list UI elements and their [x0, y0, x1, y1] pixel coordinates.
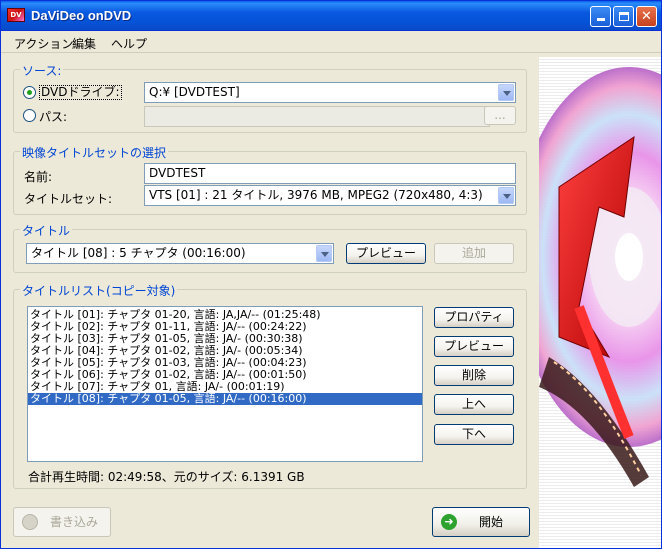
burn-label: 書き込み	[50, 515, 99, 529]
properties-button[interactable]: プロパティ	[434, 307, 514, 328]
dvd-drive-radio[interactable]	[23, 86, 36, 99]
menu-action[interactable]: アクション	[14, 35, 73, 52]
move-up-button[interactable]: 上へ	[434, 394, 514, 415]
arrow-right-circle-icon: ➜	[441, 514, 457, 530]
menu-edit[interactable]: 編集	[72, 35, 96, 52]
title-group: タイトル タイトル [08] : 5 チャプタ (00:16:00) プレビュー…	[13, 222, 527, 273]
source-group-label: ソース:	[20, 62, 64, 79]
dvd-banner-image	[539, 67, 661, 487]
chevron-down-icon[interactable]	[498, 84, 514, 101]
window-title: DaViDeo onDVD	[31, 8, 132, 23]
name-label: 名前:	[24, 170, 53, 184]
path-label[interactable]: パス:	[39, 108, 67, 125]
maximize-icon	[618, 12, 629, 21]
path-radio[interactable]	[23, 109, 36, 122]
title-list[interactable]: タイトル [01]: チャプタ 01-20, 言語: JA,JA/-- (01:…	[27, 306, 423, 462]
add-button[interactable]: 追加	[434, 243, 514, 264]
menu-bar: アクション 編集 ヘルプ	[1, 31, 661, 53]
titleset-group: 映像タイトルセットの選択 名前: DVDTEST タイトルセット: VTS [0…	[13, 144, 527, 215]
dvd-drive-value: Q:¥ [DVDTEST]	[149, 85, 240, 99]
delete-button[interactable]: 削除	[434, 365, 514, 386]
title-select[interactable]: タイトル [08] : 5 チャプタ (00:16:00)	[26, 243, 334, 264]
title-select-value: タイトル [08] : 5 チャプタ (00:16:00)	[31, 246, 246, 260]
title-preview-button[interactable]: プレビュー	[346, 243, 426, 264]
title-group-label: タイトル	[20, 222, 73, 239]
path-input[interactable]	[144, 106, 490, 127]
maximize-button[interactable]	[613, 6, 634, 27]
disc-burn-icon	[22, 514, 38, 530]
source-group: ソース: DVDドライブ: Q:¥ [DVDTEST] パス: ...	[13, 62, 527, 133]
dvd-drive-label[interactable]: DVDドライブ:	[39, 85, 122, 100]
title-list-group-label: タイトルリスト(コピー対象)	[20, 282, 178, 299]
close-icon: ✕	[641, 9, 652, 24]
start-button[interactable]: ➜ 開始	[432, 507, 530, 537]
menu-help[interactable]: ヘルプ	[111, 35, 147, 52]
titleset-value: VTS [01] : 21 タイトル, 3976 MB, MPEG2 (720x…	[149, 188, 483, 202]
chevron-down-icon[interactable]	[498, 187, 514, 204]
title-bar[interactable]: DV DaViDeo onDVD ✕	[1, 1, 661, 31]
titleset-label: タイトルセット:	[24, 192, 113, 206]
start-label: 開始	[479, 515, 504, 529]
title-list-item[interactable]: タイトル [08]: チャプタ 01-05, 言語: JA/-- (00:16:…	[28, 393, 422, 405]
browse-button[interactable]: ...	[484, 106, 516, 125]
titleset-group-label: 映像タイトルセットの選択	[20, 144, 169, 161]
chevron-down-icon[interactable]	[316, 245, 332, 262]
burn-button[interactable]: 書き込み	[13, 507, 111, 537]
move-down-button[interactable]: 下へ	[434, 424, 514, 445]
name-field[interactable]: DVDTEST	[144, 163, 516, 184]
side-banner	[539, 57, 661, 548]
app-logo-icon: DV	[7, 8, 25, 22]
title-list-group: タイトルリスト(コピー対象) タイトル [01]: チャプタ 01-20, 言語…	[13, 282, 527, 489]
minimize-button[interactable]	[590, 6, 611, 27]
minimize-icon	[596, 18, 605, 21]
titleset-select[interactable]: VTS [01] : 21 タイトル, 3976 MB, MPEG2 (720x…	[144, 185, 516, 206]
dvd-drive-select[interactable]: Q:¥ [DVDTEST]	[144, 82, 516, 103]
list-preview-button[interactable]: プレビュー	[434, 336, 514, 357]
summary-text: 合計再生時間: 02:49:58、元のサイズ: 6.1391 GB	[28, 470, 305, 484]
app-window: DV DaViDeo onDVD ✕ アクション 編集 ヘルプ ソース: DVD…	[0, 0, 662, 549]
close-button[interactable]: ✕	[636, 6, 657, 27]
